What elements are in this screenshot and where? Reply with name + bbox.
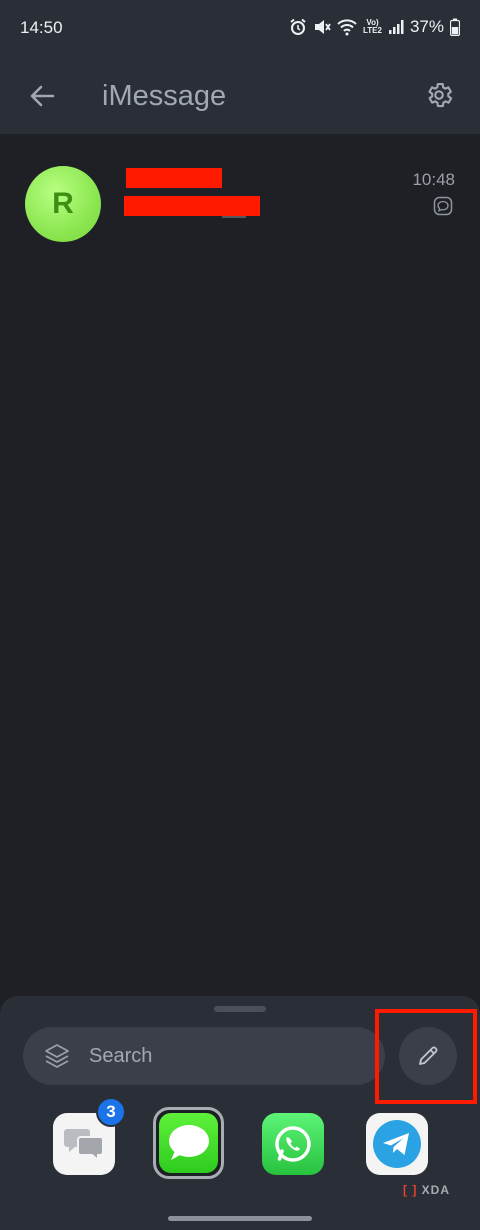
conversation-time: 10:48: [412, 170, 455, 189]
bottom-sheet: 3 [ ] XDA: [0, 996, 480, 1230]
layers-icon[interactable]: [43, 1042, 71, 1070]
whatsapp-app-button[interactable]: [262, 1113, 324, 1175]
search-bar[interactable]: [23, 1027, 385, 1085]
signal-icon: [388, 20, 404, 34]
imessage-app-tile: [159, 1113, 218, 1173]
imessage-app-button[interactable]: [153, 1107, 224, 1179]
status-icons: Vo) LTE2 37%: [289, 17, 460, 37]
status-bar: 14:50 Vo) LTE2 37%: [0, 0, 480, 58]
drag-handle[interactable]: [214, 1006, 266, 1012]
imessage-app-icon: [168, 1125, 209, 1160]
status-time: 14:50: [20, 18, 63, 37]
redacted-message-preview: [124, 196, 260, 216]
back-button[interactable]: [22, 76, 62, 116]
messages-app-icon: [64, 1129, 104, 1163]
mute-icon: [315, 20, 331, 34]
avatar: R: [25, 166, 101, 242]
chat-bubble-icon: [433, 196, 453, 216]
battery-icon: [450, 18, 460, 36]
page-title: iMessage: [102, 80, 227, 112]
telegram-app-button[interactable]: [366, 1113, 428, 1175]
telegram-app-icon: [373, 1120, 421, 1168]
alarm-icon: [290, 18, 306, 35]
watermark-logo-mark: [ ]: [402, 1183, 418, 1197]
app-dock: 3: [0, 1097, 480, 1179]
gear-icon: [428, 82, 453, 108]
conversation-item[interactable]: R 10:48: [0, 150, 480, 246]
annotation-highlight-box: [375, 1009, 477, 1104]
unread-badge: 3: [96, 1097, 126, 1127]
watermark-text: XDA: [421, 1183, 450, 1197]
home-indicator[interactable]: [168, 1216, 312, 1221]
whatsapp-app-icon: [275, 1126, 311, 1162]
search-input[interactable]: [89, 1027, 369, 1085]
redacted-contact-name: [126, 168, 222, 188]
settings-button[interactable]: [418, 74, 460, 116]
back-arrow-icon: [30, 85, 55, 107]
app-bar: iMessage: [0, 58, 480, 134]
wifi-icon: [337, 19, 357, 36]
network-type: Vo) LTE2: [363, 18, 382, 35]
watermark: [ ] XDA: [403, 1183, 450, 1197]
battery-percent: 37%: [409, 17, 444, 36]
